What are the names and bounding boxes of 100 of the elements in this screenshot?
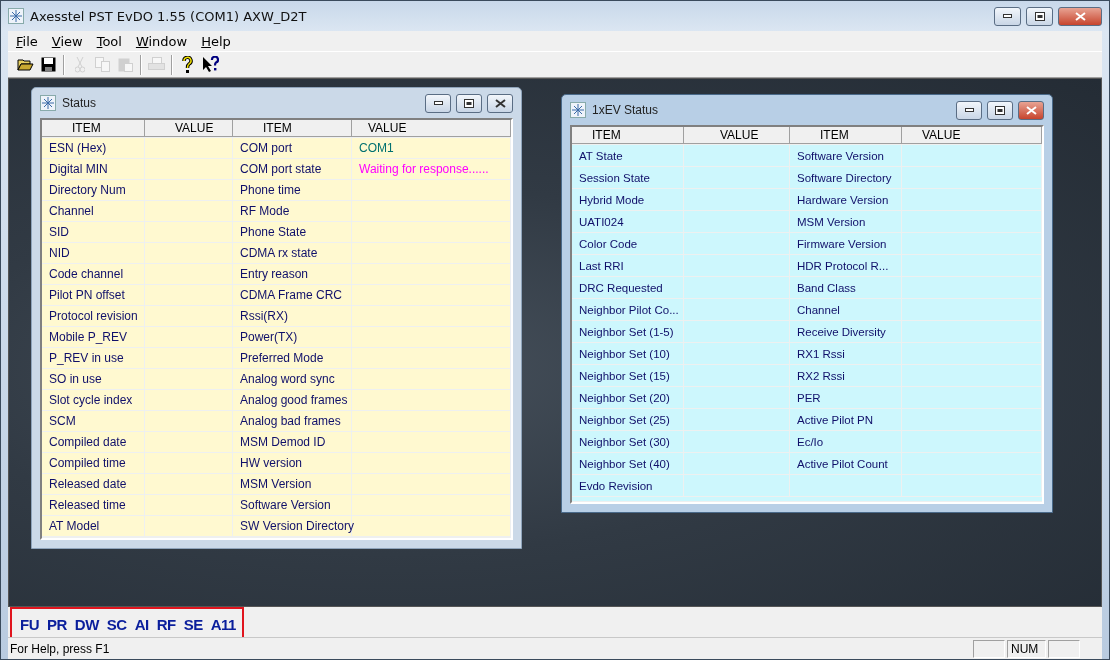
table-cell: Analog good frames [233,390,352,410]
table-cell: Software Version [233,495,352,515]
column-header[interactable]: ITEM [790,127,902,144]
table-cell: Active Pilot Count [790,453,902,474]
table-cell: Neighbor Pilot Co... [572,299,684,320]
minimize-icon [433,101,443,105]
close-button[interactable] [1018,100,1044,120]
table-cell: RX1 Rssi [790,343,902,364]
pointer-question-icon [202,56,219,73]
mode-label: DW [74,616,99,634]
table-cell: Compiled date [42,432,145,452]
table-cell: HW version [233,453,352,473]
menu-item[interactable]: View [45,33,89,49]
restore-button[interactable] [1026,6,1053,26]
table-cell: SO in use [42,369,145,389]
minimize-button[interactable] [994,6,1021,26]
table-cell: RX2 Rssi [790,365,902,386]
table-cell: Protocol revision [42,306,145,326]
table-cell: COM port state [233,159,352,179]
restore-button[interactable] [456,93,482,113]
minimize-button[interactable] [956,100,982,120]
table-cell: MSM Version [790,211,902,232]
table-cell: Entry reason [233,264,352,284]
column-header[interactable]: VALUE [684,127,790,144]
mode-label: A11 [210,616,236,634]
copy-icon [95,57,110,72]
table-cell: Color Code [572,233,684,254]
table-cell: Session State [572,167,684,188]
window-title: Status [62,96,97,110]
table-cell: Neighbor Set (20) [572,387,684,408]
minimize-button[interactable] [425,93,451,113]
menu-item[interactable]: File [10,33,44,49]
table-cell: AT Model [42,516,145,536]
table-cell: Analog word sync [233,369,352,389]
snowflake-icon [8,8,24,24]
table-cell: Neighbor Set (30) [572,431,684,452]
column-header[interactable]: ITEM [42,120,145,137]
table-cell: Released time [42,495,145,515]
table-cell: ESN (Hex) [42,138,145,158]
table-cell: SID [42,222,145,242]
table-cell: Neighbor Set (1-5) [572,321,684,342]
table-cell: Software Version [790,145,902,166]
table-cell: Channel [790,299,902,320]
close-icon [1074,11,1086,21]
restore-icon [464,98,474,108]
table-cell: Channel [42,201,145,221]
table-cell: Mobile P_REV [42,327,145,347]
table-cell: SCM [42,411,145,431]
column-header[interactable]: VALUE [145,120,233,137]
table-cell: COM port [233,138,352,158]
table-cell: Neighbor Set (40) [572,453,684,474]
mode-label: SC [106,616,127,634]
status-panel [1048,639,1080,658]
column-header[interactable]: ITEM [233,120,352,137]
close-button[interactable] [1058,6,1102,26]
restore-button[interactable] [987,100,1013,120]
minimize-icon [964,108,974,112]
minimize-icon [1003,14,1012,18]
table-cell: Digital MIN [42,159,145,179]
table-cell: Ec/Io [790,431,902,452]
scissors-icon [74,56,85,73]
table-cell: Compiled time [42,453,145,473]
close-button[interactable] [487,93,513,113]
restore-icon [1034,11,1045,21]
snowflake-icon [40,95,56,111]
table-cell: HDR Protocol R... [790,255,902,276]
menu-item[interactable]: Window [129,33,194,49]
table-cell: Hardware Version [790,189,902,210]
printer-icon [148,57,165,72]
close-icon [494,98,506,108]
mode-label: PR [47,616,67,634]
table-cell: Analog bad frames [233,411,352,431]
clipboard-icon [118,57,133,72]
status-panel [973,639,1005,658]
table-cell: Last RRI [572,255,684,276]
menu-item[interactable]: Tool [90,33,128,49]
table-cell: Preferred Mode [233,348,352,368]
table-cell: CDMA Frame CRC [233,285,352,305]
column-header[interactable]: VALUE [902,127,1042,144]
mode-label: AI [134,616,149,634]
table-cell: Firmware Version [790,233,902,254]
table-cell: Power(TX) [233,327,352,347]
window-title: 1xEV Status [592,103,659,117]
mode-label: SE [183,616,203,634]
table-cell: CDMA rx state [233,243,352,263]
table-cell: Neighbor Set (25) [572,409,684,430]
column-header[interactable]: ITEM [572,127,684,144]
table-cell: P_REV in use [42,348,145,368]
status-indicator: NUM [1007,639,1046,658]
column-header[interactable]: VALUE [352,120,511,137]
table-cell: COM1 [352,138,511,158]
status-message: For Help, press F1 [9,641,111,656]
table-cell: Phone State [233,222,352,242]
snowflake-icon [570,102,586,118]
table-cell: Hybrid Mode [572,189,684,210]
table-cell: Receive Diversity [790,321,902,342]
menu-item[interactable]: Help [195,33,237,49]
table-cell: Neighbor Set (15) [572,365,684,386]
table-cell: Rssi(RX) [233,306,352,326]
table-cell: Waiting for response...... [352,159,511,179]
